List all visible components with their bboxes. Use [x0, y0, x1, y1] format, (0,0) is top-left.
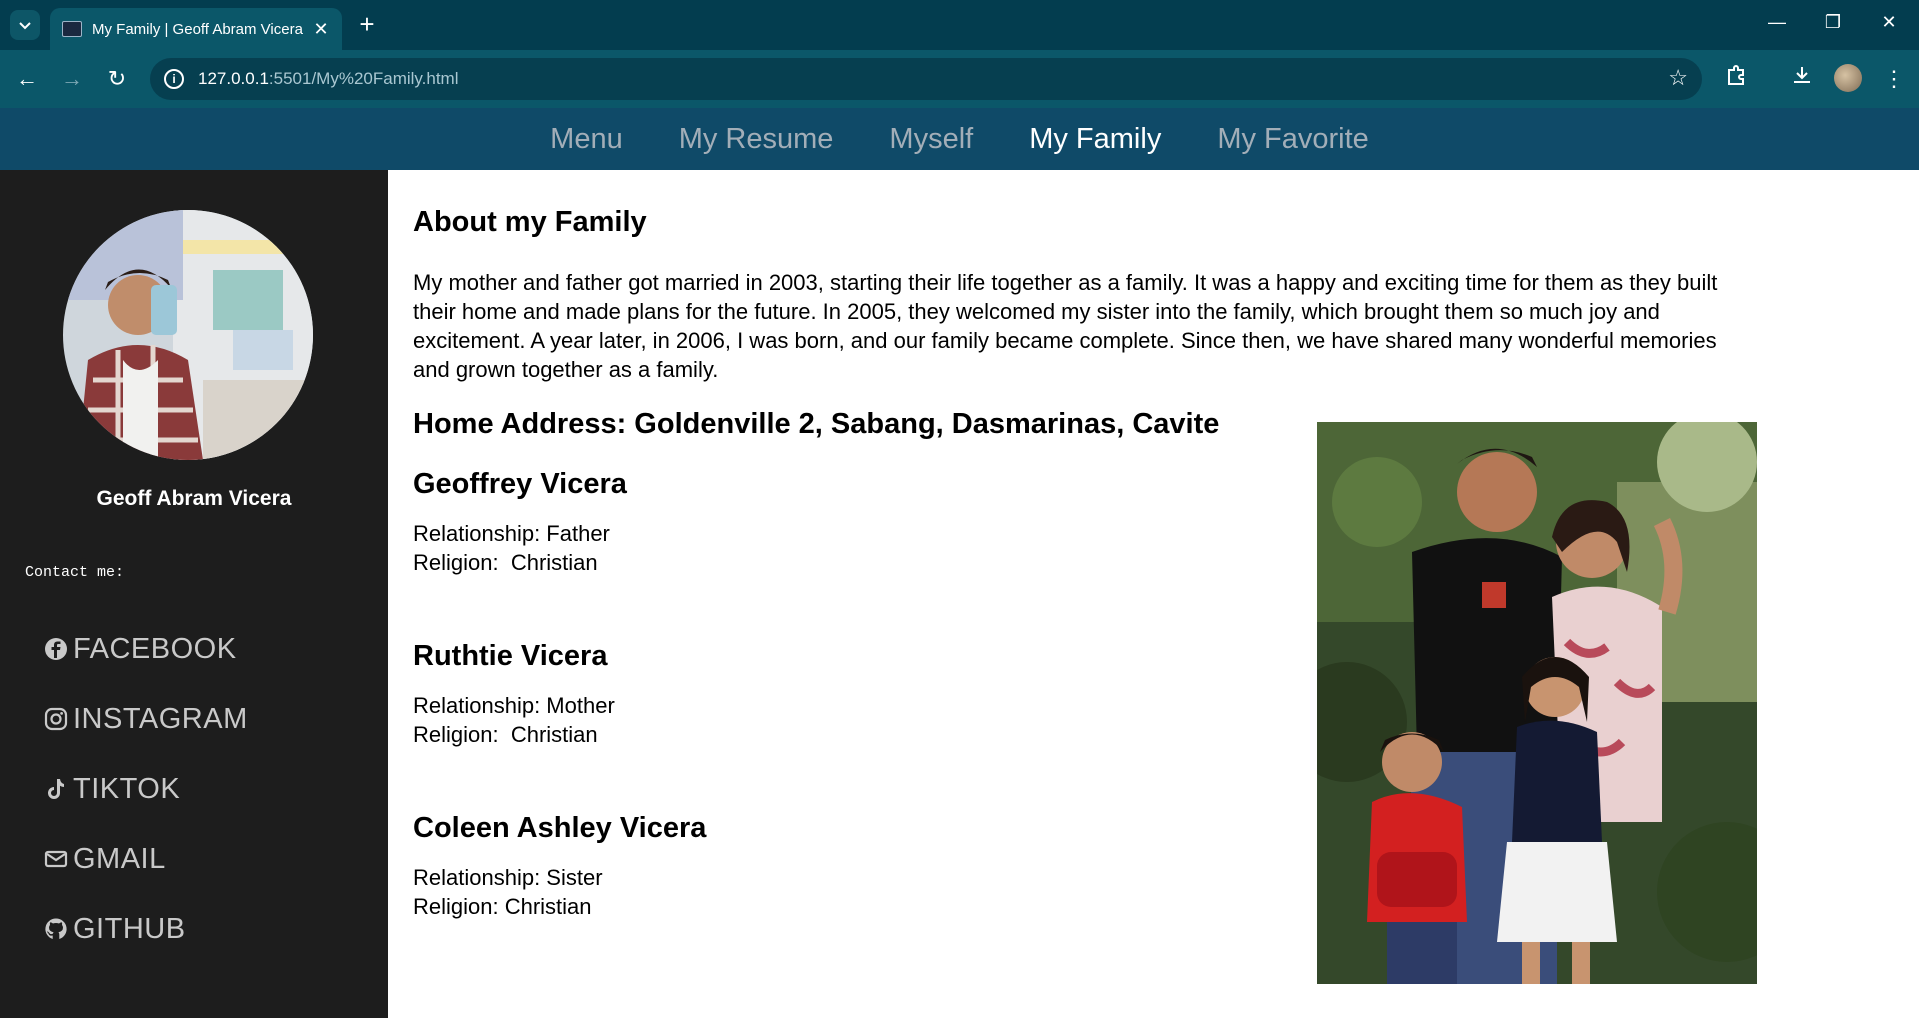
member-religion: Religion: Christian — [413, 550, 598, 575]
member-info: Relationship: Mother Religion: Christian — [413, 691, 615, 749]
tiktok-link[interactable]: TIKTOK — [43, 754, 248, 824]
close-tab-icon[interactable]: ✕ — [310, 19, 332, 40]
profile-photo — [63, 210, 313, 460]
about-paragraph: My mother and father got married in 2003… — [413, 270, 1718, 382]
nav-menu[interactable]: Menu — [550, 123, 623, 156]
reload-icon[interactable]: ↻ — [102, 64, 132, 94]
instagram-label: INSTAGRAM — [73, 702, 248, 735]
tab-title: My Family | Geoff Abram Vicera — [92, 20, 303, 38]
family-member-card: Coleen Ashley Vicera Relationship: Siste… — [413, 812, 706, 921]
download-icon[interactable] — [1787, 64, 1817, 94]
new-tab-button[interactable]: + — [352, 10, 382, 40]
extensions-icon[interactable] — [1722, 64, 1752, 94]
url-host: 127.0.0.1 — [198, 69, 269, 88]
forward-arrow-icon[interactable]: → — [57, 64, 87, 94]
member-relationship: Relationship: Mother — [413, 693, 615, 718]
gmail-label: GMAIL — [73, 842, 166, 875]
profile-photo-image — [63, 210, 313, 460]
nav-myself[interactable]: Myself — [889, 123, 973, 156]
url-text: 127.0.0.1:5501/My%20Family.html — [198, 69, 459, 89]
member-info: Relationship: Father Religion: Christian — [413, 519, 627, 577]
puzzle-icon — [1728, 65, 1744, 85]
tiktok-label: TIKTOK — [73, 772, 181, 805]
tab-search-button[interactable] — [10, 10, 40, 40]
bookmark-star-icon[interactable]: ☆ — [1668, 65, 1688, 91]
sidebar: Geoff Abram Vicera Contact me: FACEBOOK … — [0, 170, 388, 1018]
site-info-icon[interactable]: i — [164, 69, 184, 89]
instagram-icon — [44, 707, 68, 731]
address-heading: Home Address: Goldenville 2, Sabang, Das… — [413, 408, 1220, 440]
profile-name: Geoff Abram Vicera — [96, 487, 292, 510]
social-links: FACEBOOK INSTAGRAM TIKTOK GMAIL GITHUB — [43, 614, 248, 964]
about-heading: About my Family — [413, 206, 647, 238]
site-favicon-icon — [62, 21, 82, 37]
chevron-down-icon — [19, 22, 31, 30]
contact-label: Contact me: — [25, 564, 125, 581]
site-navigation: Menu My Resume Myself My Family My Favor… — [0, 108, 1919, 170]
member-name: Coleen Ashley Vicera — [413, 812, 707, 844]
github-icon — [45, 918, 67, 939]
address-bar[interactable]: i 127.0.0.1:5501/My%20Family.html ☆ — [150, 58, 1702, 100]
family-member-card: Ruthtie Vicera Relationship: Mother Reli… — [413, 640, 615, 749]
member-relationship: Relationship: Sister — [413, 865, 603, 890]
member-religion: Religion: Christian — [413, 894, 592, 919]
facebook-link[interactable]: FACEBOOK — [43, 614, 248, 684]
gmail-link[interactable]: GMAIL — [43, 824, 248, 894]
download-arrow-icon — [1794, 67, 1810, 83]
nav-my-favorite[interactable]: My Favorite — [1217, 123, 1368, 156]
member-info: Relationship: Sister Religion: Christian — [413, 863, 706, 921]
member-relationship: Relationship: Father — [413, 521, 610, 546]
browser-tab-bar: My Family | Geoff Abram Vicera ✕ + — ❐ ✕ — [0, 0, 1919, 50]
more-menu-icon[interactable]: ⋮ — [1879, 64, 1909, 94]
github-link[interactable]: GITHUB — [43, 894, 248, 964]
family-photo-image — [1317, 422, 1757, 984]
family-photo — [1317, 422, 1757, 984]
minimize-icon[interactable]: — — [1762, 12, 1792, 33]
close-window-icon[interactable]: ✕ — [1874, 12, 1904, 33]
facebook-icon — [45, 638, 67, 660]
mail-icon — [44, 850, 68, 868]
member-religion: Religion: Christian — [413, 722, 598, 747]
restore-icon[interactable]: ❐ — [1818, 12, 1848, 33]
github-label: GITHUB — [73, 912, 186, 945]
browser-tab[interactable]: My Family | Geoff Abram Vicera ✕ — [50, 8, 342, 50]
tiktok-icon — [48, 779, 64, 799]
family-member-card: Geoffrey Vicera Relationship: Father Rel… — [413, 468, 627, 577]
nav-my-family[interactable]: My Family — [1029, 123, 1161, 156]
url-path: :5501/My%20Family.html — [268, 69, 459, 88]
back-arrow-icon[interactable]: ← — [12, 64, 42, 94]
profile-avatar[interactable] — [1834, 64, 1862, 92]
instagram-link[interactable]: INSTAGRAM — [43, 684, 248, 754]
facebook-label: FACEBOOK — [73, 632, 237, 665]
member-name: Ruthtie Vicera — [413, 640, 608, 672]
member-name: Geoffrey Vicera — [413, 468, 627, 500]
browser-toolbar: ← → ↻ i 127.0.0.1:5501/My%20Family.html … — [0, 50, 1919, 108]
nav-my-resume[interactable]: My Resume — [679, 123, 834, 156]
